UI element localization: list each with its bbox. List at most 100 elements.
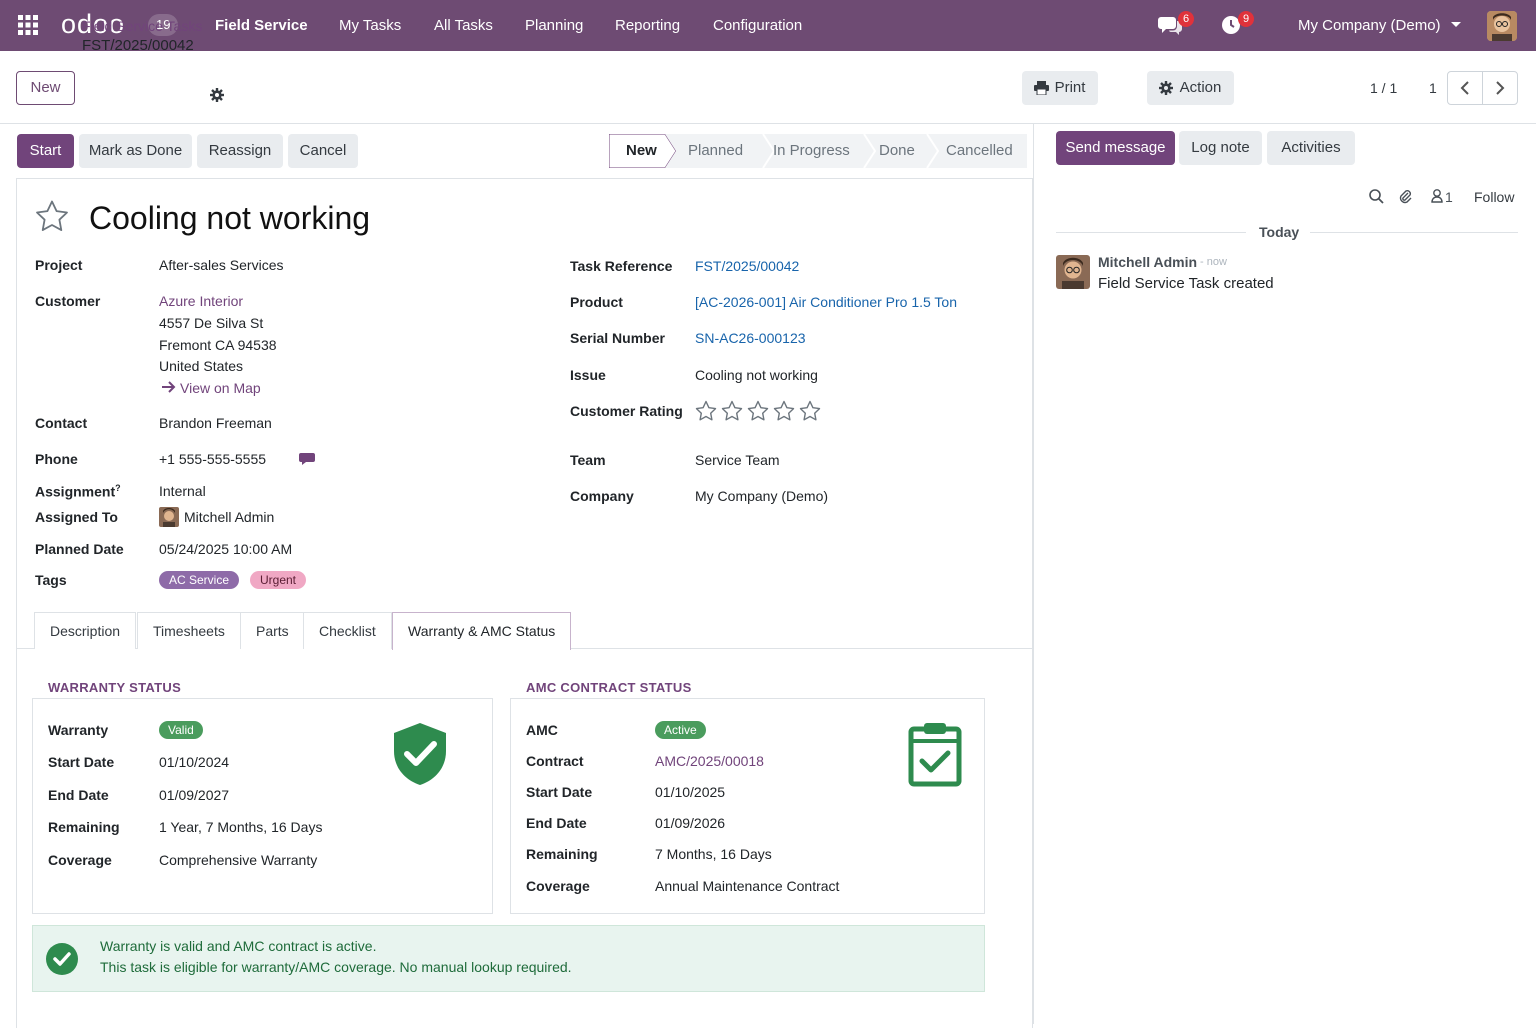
- company-value[interactable]: My Company (Demo): [695, 488, 828, 504]
- planned-date-value[interactable]: 05/24/2025 10:00 AM: [159, 541, 292, 557]
- customer-link[interactable]: Azure Interior: [159, 293, 243, 309]
- product-link[interactable]: [AC-2026-001] Air Conditioner Pro 1.5 To…: [695, 294, 957, 310]
- mark-as-done-button[interactable]: Mark as Done: [79, 134, 192, 168]
- action-button[interactable]: Action: [1147, 71, 1234, 105]
- star-favorite-icon[interactable]: [35, 200, 69, 232]
- task-reference-value[interactable]: FST/2025/00042: [695, 258, 799, 274]
- warranty-heading: WARRANTY STATUS: [48, 680, 182, 695]
- help-tooltip-icon[interactable]: ?: [115, 483, 121, 493]
- rating-star-icon[interactable]: [799, 400, 821, 422]
- action-label: Action: [1179, 79, 1222, 96]
- sms-chat-icon[interactable]: [299, 452, 315, 466]
- start-button[interactable]: Start: [17, 134, 74, 168]
- issue-label: Issue: [570, 367, 606, 383]
- gear-icon[interactable]: [210, 88, 224, 102]
- new-button[interactable]: New: [16, 71, 75, 105]
- warranty-start-value: 01/10/2024: [159, 754, 230, 770]
- address-line-1: 4557 De Silva St: [159, 315, 264, 331]
- message-author[interactable]: Mitchell Admin: [1098, 254, 1197, 270]
- rating-star-icon[interactable]: [773, 400, 795, 422]
- project-label: Project: [35, 257, 83, 273]
- amc-start-value: 01/10/2025: [655, 784, 726, 800]
- send-message-button[interactable]: Send message: [1056, 131, 1175, 165]
- issue-value[interactable]: Cooling not working: [695, 367, 818, 383]
- pager-previous-button[interactable]: [1447, 71, 1483, 105]
- task-reference-label: Task Reference: [570, 258, 673, 274]
- tab-warranty-amc[interactable]: Warranty & AMC Status: [392, 612, 572, 650]
- phone-value[interactable]: +1 555-555-5555: [159, 451, 266, 467]
- assigned-to-value[interactable]: Mitchell Admin: [184, 509, 274, 525]
- warranty-status-badge: Valid: [159, 721, 203, 739]
- date-separator: Today: [1259, 224, 1300, 240]
- tab-description[interactable]: Description: [34, 612, 137, 649]
- tab-parts[interactable]: Parts: [240, 612, 305, 649]
- amc-contract-link[interactable]: AMC/2025/00018: [655, 753, 764, 769]
- arrow-right-icon: [162, 381, 176, 393]
- paperclip-icon[interactable]: [1398, 189, 1413, 204]
- stage-in-progress[interactable]: In Progress: [773, 134, 850, 168]
- pager-value[interactable]: 1 / 1: [1370, 80, 1397, 96]
- tag-urgent[interactable]: Urgent: [250, 571, 307, 589]
- amc-heading: AMC CONTRACT STATUS: [526, 680, 692, 695]
- clipboard-check-icon: [908, 721, 962, 787]
- search-icon[interactable]: [1369, 189, 1384, 204]
- apps-grid-icon[interactable]: [18, 15, 38, 35]
- rating-star-icon[interactable]: [695, 400, 717, 422]
- menu-planning[interactable]: Planning: [525, 17, 583, 34]
- followers-icon[interactable]: [1431, 189, 1443, 203]
- task-title[interactable]: Cooling not working: [89, 200, 370, 237]
- team-value[interactable]: Service Team: [695, 452, 780, 468]
- top-navbar: odoo 19 Field Service My Tasks All Tasks…: [0, 0, 1536, 51]
- tab-checklist[interactable]: Checklist: [303, 612, 392, 649]
- menu-my-tasks[interactable]: My Tasks: [339, 17, 401, 34]
- amc-end-value: 01/09/2026: [655, 815, 726, 831]
- user-avatar-small: [159, 507, 179, 527]
- cancel-button[interactable]: Cancel: [288, 134, 358, 168]
- breadcrumb[interactable]: Field Service Tasks: [82, 18, 202, 34]
- activities-button[interactable]: Activities: [1267, 131, 1355, 165]
- warranty-coverage-value: Comprehensive Warranty: [159, 852, 318, 868]
- gear-icon: [1159, 81, 1173, 95]
- stage-cancelled[interactable]: Cancelled: [946, 134, 1013, 168]
- customer-rating-label: Customer Rating: [570, 403, 683, 419]
- message-time: - now: [1200, 256, 1227, 268]
- rating-star-icon[interactable]: [721, 400, 743, 422]
- reassign-button[interactable]: Reassign: [197, 134, 283, 168]
- customer-rating-stars[interactable]: [695, 400, 827, 424]
- project-value[interactable]: After-sales Services: [159, 257, 283, 273]
- chevron-down-icon[interactable]: [1450, 21, 1462, 29]
- follow-button[interactable]: Follow: [1474, 189, 1514, 205]
- warranty-start-label: Start Date: [48, 754, 115, 770]
- product-label: Product: [570, 294, 623, 310]
- tag-ac-service[interactable]: AC Service: [159, 571, 240, 589]
- user-avatar[interactable]: [1487, 11, 1517, 41]
- contact-value[interactable]: Brandon Freeman: [159, 415, 272, 431]
- assignment-value[interactable]: Internal: [159, 483, 206, 499]
- print-button[interactable]: Print: [1022, 71, 1098, 105]
- planned-date-label: Planned Date: [35, 541, 124, 557]
- company-switcher[interactable]: My Company (Demo): [1298, 17, 1441, 34]
- stage-new[interactable]: New: [626, 134, 657, 168]
- menu-field-service[interactable]: Field Service: [215, 17, 308, 34]
- menu-all-tasks[interactable]: All Tasks: [434, 17, 493, 34]
- message-body: Field Service Task created: [1098, 275, 1274, 292]
- check-circle-icon: [46, 943, 78, 975]
- stage-done[interactable]: Done: [879, 134, 915, 168]
- menu-reporting[interactable]: Reporting: [615, 17, 680, 34]
- warranty-remaining-value: 1 Year, 7 Months, 16 Days: [159, 819, 323, 835]
- control-panel: [0, 51, 1536, 124]
- record-name: FST/2025/00042: [82, 37, 194, 54]
- tags-label: Tags: [35, 572, 67, 588]
- log-note-button[interactable]: Log note: [1179, 131, 1262, 165]
- serial-number-link[interactable]: SN-AC26-000123: [695, 330, 806, 346]
- rating-star-icon[interactable]: [747, 400, 769, 422]
- followers-count[interactable]: 1: [1445, 189, 1453, 205]
- stage-planned[interactable]: Planned: [688, 134, 743, 168]
- pager-next-button[interactable]: [1482, 71, 1518, 105]
- customer-label: Customer: [35, 293, 101, 309]
- author-avatar[interactable]: [1056, 255, 1090, 289]
- team-label: Team: [570, 452, 606, 468]
- view-on-map-link[interactable]: View on Map: [180, 380, 261, 396]
- tab-timesheets[interactable]: Timesheets: [137, 612, 241, 649]
- menu-configuration[interactable]: Configuration: [713, 17, 802, 34]
